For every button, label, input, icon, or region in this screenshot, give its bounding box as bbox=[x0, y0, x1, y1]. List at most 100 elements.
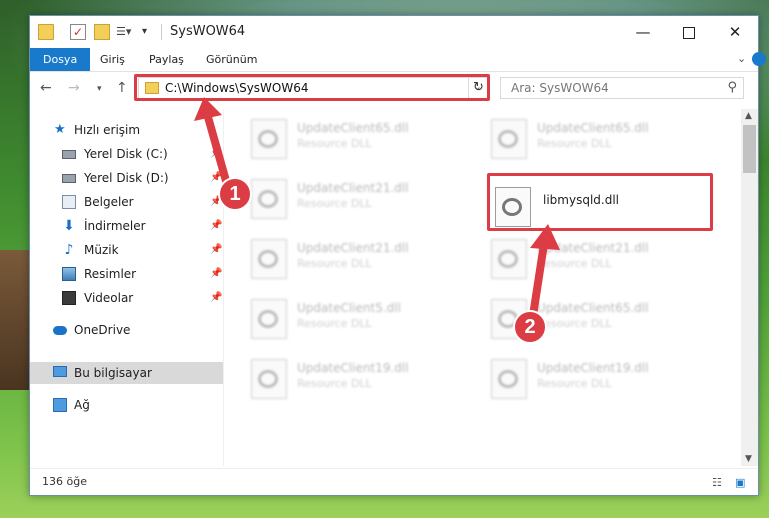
dll-file-icon bbox=[251, 299, 287, 339]
dll-file-icon bbox=[251, 239, 287, 279]
tab-share[interactable]: Paylaş bbox=[138, 48, 195, 71]
file-item[interactable]: UpdateClient19.dll Resource DLL bbox=[225, 353, 455, 403]
title-bar: ✓ ☰▾ ▾ SysWOW64 — ✕ bbox=[30, 16, 758, 48]
pin-icon[interactable]: 📌 bbox=[210, 239, 222, 261]
window-title: SysWOW64 bbox=[170, 24, 246, 39]
gear-icon bbox=[258, 130, 278, 148]
close-button[interactable]: ✕ bbox=[712, 16, 758, 48]
step-1-badge: 1 bbox=[218, 177, 252, 211]
file-item[interactable]: UpdateClient21.dll Resource DLL bbox=[225, 173, 455, 223]
sidebar-item-label: Belgeler bbox=[84, 195, 134, 209]
sidebar-item-network[interactable]: Ağ bbox=[30, 394, 223, 416]
back-button[interactable]: ← bbox=[40, 80, 52, 96]
file-name: UpdateClient21.dll bbox=[297, 241, 409, 255]
item-count: 136 öğe bbox=[42, 475, 87, 488]
quick-access-dropdown-icon[interactable]: ▾ bbox=[142, 24, 158, 40]
file-item[interactable]: UpdateClient21.dll Resource DLL bbox=[465, 233, 695, 283]
drive-icon bbox=[62, 150, 76, 159]
address-highlight-annotation bbox=[134, 74, 490, 101]
expand-ribbon-icon[interactable]: ⌄ bbox=[737, 52, 746, 65]
search-placeholder: Ara: SysWOW64 bbox=[511, 81, 609, 95]
details-view-icon[interactable]: ☷ bbox=[712, 476, 722, 489]
gear-icon bbox=[258, 250, 278, 268]
file-item[interactable]: UpdateClient19.dll Resource DLL bbox=[465, 353, 695, 403]
network-icon bbox=[53, 398, 67, 412]
pin-icon[interactable]: 📌 bbox=[210, 263, 222, 285]
sidebar-item-label: Resimler bbox=[84, 267, 137, 281]
file-item[interactable]: UpdateClient65.dll Resource DLL bbox=[225, 113, 455, 163]
downloads-icon: ⬇ bbox=[63, 218, 75, 234]
sidebar-item-label: Videolar bbox=[84, 291, 134, 305]
sidebar-item-label: Müzik bbox=[84, 243, 119, 257]
forward-button[interactable]: → bbox=[68, 80, 80, 96]
help-icon[interactable] bbox=[752, 52, 766, 66]
maximize-icon bbox=[683, 26, 695, 39]
gear-icon bbox=[258, 190, 278, 208]
scroll-up-icon[interactable]: ▲ bbox=[745, 111, 752, 121]
videos-icon bbox=[62, 291, 76, 305]
tab-file[interactable]: Dosya bbox=[30, 48, 91, 71]
pin-icon[interactable]: 📌 bbox=[210, 215, 222, 237]
file-item[interactable]: UpdateClient5.dll Resource DLL bbox=[225, 293, 455, 343]
gear-icon bbox=[498, 370, 518, 388]
recent-locations-icon[interactable]: ▾ bbox=[97, 84, 102, 94]
file-name: UpdateClient19.dll bbox=[297, 361, 409, 375]
sidebar-item-this-pc[interactable]: Bu bilgisayar bbox=[30, 362, 223, 384]
sidebar-item-label: Bu bilgisayar bbox=[74, 366, 152, 380]
vertical-scrollbar[interactable]: ▲ ▼ bbox=[741, 109, 758, 466]
file-type: Resource DLL bbox=[297, 257, 372, 270]
sidebar-item-music[interactable]: ♪ Müzik 📌 bbox=[30, 239, 223, 261]
tab-view[interactable]: Görünüm bbox=[195, 48, 268, 71]
file-type: Resource DLL bbox=[537, 377, 612, 390]
file-type: Resource DLL bbox=[297, 197, 372, 210]
file-item[interactable]: UpdateClient65.dll Resource DLL bbox=[465, 293, 695, 343]
step-2-badge: 2 bbox=[513, 310, 547, 344]
dll-file-icon bbox=[491, 119, 527, 159]
search-icon[interactable]: ⚲ bbox=[727, 80, 737, 95]
tab-home[interactable]: Giriş bbox=[89, 48, 136, 71]
this-pc-icon bbox=[53, 366, 67, 377]
scrollbar-thumb[interactable] bbox=[743, 125, 756, 173]
pictures-icon bbox=[62, 267, 76, 281]
dll-file-icon bbox=[251, 119, 287, 159]
customize-toolbar-icon[interactable]: ☰▾ bbox=[116, 24, 138, 40]
up-button[interactable]: ↑ bbox=[116, 80, 128, 96]
ribbon-tabs: Dosya Giriş Paylaş Görünüm ⌄ bbox=[30, 48, 766, 72]
sidebar-item-videos[interactable]: Videolar 📌 bbox=[30, 287, 223, 309]
file-type: Resource DLL bbox=[297, 377, 372, 390]
desktop-background-house bbox=[0, 250, 30, 390]
file-list: UpdateClient65.dll Resource DLL UpdateCl… bbox=[225, 109, 741, 466]
new-folder-icon[interactable] bbox=[94, 24, 110, 40]
scroll-down-icon[interactable]: ▼ bbox=[745, 454, 752, 464]
search-box[interactable]: Ara: SysWOW64 ⚲ bbox=[500, 77, 744, 99]
dll-file-icon bbox=[251, 359, 287, 399]
file-item[interactable]: UpdateClient21.dll Resource DLL bbox=[225, 233, 455, 283]
folder-icon bbox=[38, 24, 54, 40]
onedrive-icon bbox=[53, 326, 67, 335]
file-name: UpdateClient19.dll bbox=[537, 361, 649, 375]
gear-icon bbox=[258, 310, 278, 328]
file-name: UpdateClient5.dll bbox=[297, 301, 401, 315]
sidebar-item-label: Hızlı erişim bbox=[74, 123, 141, 137]
file-type: Resource DLL bbox=[537, 137, 612, 150]
star-icon: ★ bbox=[54, 122, 66, 137]
properties-check-icon[interactable]: ✓ bbox=[70, 24, 86, 40]
maximize-button[interactable] bbox=[666, 16, 712, 48]
gear-icon bbox=[498, 130, 518, 148]
sidebar-item-label: Yerel Disk (D:) bbox=[84, 171, 169, 185]
dll-file-icon bbox=[491, 359, 527, 399]
documents-icon bbox=[62, 195, 76, 209]
gear-icon bbox=[258, 370, 278, 388]
pin-icon[interactable]: 📌 bbox=[210, 287, 222, 309]
minimize-button[interactable]: — bbox=[620, 16, 666, 48]
sidebar-item-label: İndirmeler bbox=[84, 219, 146, 233]
file-item[interactable]: UpdateClient65.dll Resource DLL bbox=[465, 113, 695, 163]
dll-file-icon bbox=[251, 179, 287, 219]
status-bar: 136 öğe ☷ ▣ bbox=[30, 468, 758, 496]
file-name: UpdateClient21.dll bbox=[297, 181, 409, 195]
sidebar-item-onedrive[interactable]: OneDrive bbox=[30, 319, 223, 341]
sidebar-item-pictures[interactable]: Resimler 📌 bbox=[30, 263, 223, 285]
sidebar-item-label: Yerel Disk (C:) bbox=[84, 147, 168, 161]
large-icons-view-icon[interactable]: ▣ bbox=[735, 476, 745, 489]
sidebar-item-downloads[interactable]: ⬇ İndirmeler 📌 bbox=[30, 215, 223, 237]
